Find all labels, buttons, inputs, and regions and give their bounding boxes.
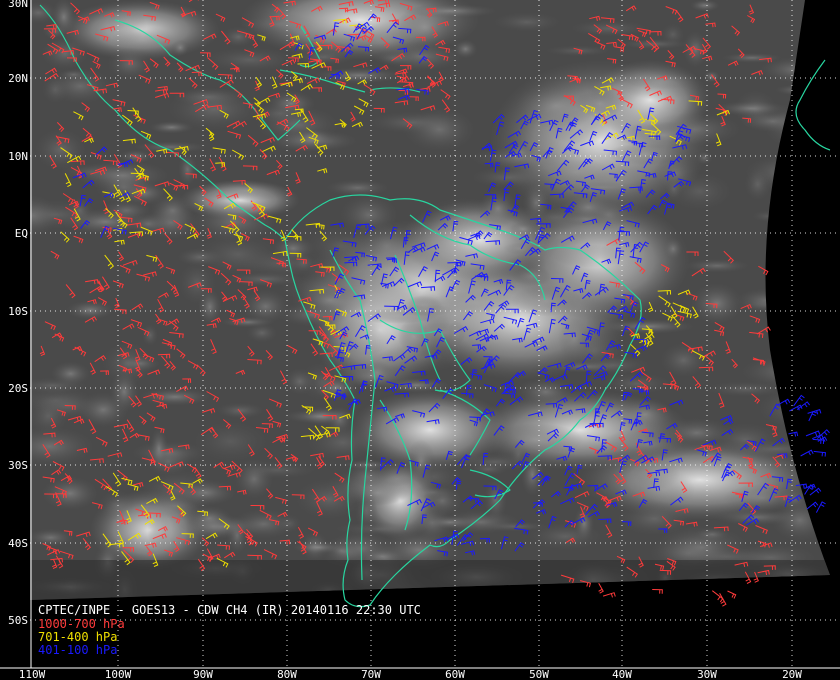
longitude-label: 30W [697, 668, 717, 680]
latitude-label: EQ [15, 227, 28, 240]
latitude-label: 10N [8, 150, 28, 163]
longitude-label: 60W [445, 668, 465, 680]
latitude-label: 30S [8, 459, 28, 472]
ir-image [30, 0, 830, 600]
longitude-label: 110W [19, 668, 46, 680]
latitude-label: 10S [8, 305, 28, 318]
longitude-label: 20W [782, 668, 802, 680]
legend-low-level: 1000-700 hPa [38, 617, 125, 631]
title-text: CPTEC/INPE - GOES13 - CDW CH4 (IR) 20140… [38, 603, 421, 617]
latitude-label: 40S [8, 537, 28, 550]
longitude-label: 90W [193, 668, 213, 680]
legend-mid-level: 701-400 hPa [38, 630, 117, 644]
legend-high-level: 401-100 hPa [38, 643, 117, 657]
latitude-label: 30N [8, 0, 28, 10]
latitude-label: 20S [8, 382, 28, 395]
longitude-label: 50W [529, 668, 549, 680]
longitude-label: 70W [361, 668, 381, 680]
latitude-label: 20N [8, 72, 28, 85]
longitude-label: 100W [105, 668, 132, 680]
satellite-map: 30N 20N 10N EQ 10S 20S 30S 40S 50S 110W 100W 90W 80… [0, 0, 840, 680]
latitude-label: 50S [8, 614, 28, 627]
longitude-label: 80W [277, 668, 297, 680]
longitude-label: 40W [612, 668, 632, 680]
